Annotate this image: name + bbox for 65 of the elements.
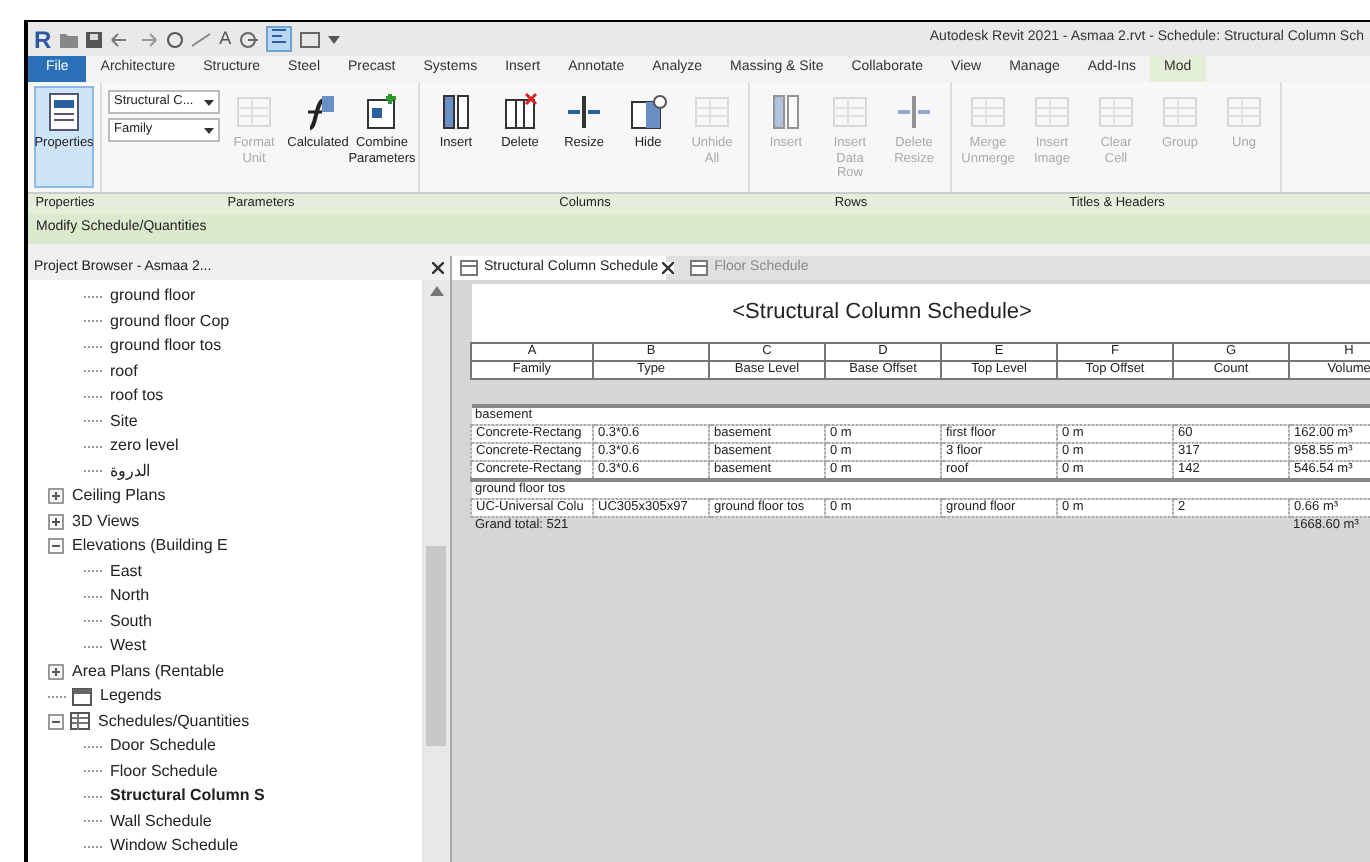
tree-item[interactable]: Schedules/Quantities [96, 709, 252, 734]
scroll-up-icon[interactable] [429, 286, 443, 296]
tree-item[interactable]: Window Schedule [108, 834, 241, 859]
dropdown-icon[interactable] [327, 35, 340, 43]
tree-item[interactable]: roof [108, 359, 140, 384]
caret-icon [204, 99, 214, 105]
table-icon [692, 92, 732, 132]
tree-item[interactable]: Elevations (Building E [70, 534, 230, 559]
undo-icon[interactable] [109, 31, 130, 47]
schedule-icon [70, 712, 90, 731]
scrollbar[interactable] [422, 280, 450, 862]
table-icon [1032, 92, 1072, 132]
thin-lines-icon[interactable] [269, 28, 288, 45]
window-icon[interactable] [299, 31, 320, 47]
properties-icon [44, 92, 84, 132]
tree-item[interactable]: zero level [108, 434, 181, 459]
tree-item[interactable]: Wall Schedule [108, 809, 214, 834]
close-icon[interactable] [432, 262, 444, 274]
app-logo[interactable]: R [34, 27, 52, 51]
tag-icon[interactable] [239, 31, 258, 47]
schedule-icon [690, 260, 709, 276]
tree-item[interactable]: East [108, 559, 145, 584]
tree-item[interactable]: Floor Schedule [108, 759, 220, 784]
measure-icon[interactable] [191, 31, 212, 47]
text-tool[interactable]: A [219, 25, 232, 53]
table-icon [1096, 92, 1136, 132]
schedule-title: <Structural Column Schedule> [471, 284, 1370, 342]
resize-icon [564, 92, 604, 132]
tree-item[interactable]: ground floor [108, 284, 198, 309]
tree-item[interactable]: roof tos [108, 384, 166, 409]
tree-item[interactable]: Door Schedule [108, 734, 218, 759]
table-icon [234, 92, 274, 132]
delete-column-icon [500, 92, 540, 132]
tree-item[interactable]: Ceiling Plans [70, 484, 168, 509]
table-icon [968, 92, 1008, 132]
expander-icon[interactable] [48, 538, 64, 555]
schedule-icon [460, 260, 478, 276]
expander-icon[interactable] [48, 488, 64, 505]
tree-item[interactable]: Area Plans (Rentable [70, 659, 227, 684]
combine-icon [362, 92, 402, 132]
scrollbar-thumb[interactable] [426, 546, 446, 746]
legend-icon [72, 687, 92, 706]
resize-icon [894, 92, 934, 132]
table-icon [1224, 92, 1264, 132]
thin-lines-button[interactable] [265, 26, 292, 52]
expander-icon[interactable] [48, 513, 64, 530]
tree-item[interactable]: South [108, 609, 154, 634]
tree-item[interactable]: الدروة [108, 459, 152, 484]
table-icon [1160, 92, 1200, 132]
tree-item[interactable]: ground floor tos [108, 334, 224, 359]
caret-icon [204, 127, 214, 133]
tree-item[interactable]: West [108, 634, 149, 659]
expander-icon[interactable] [48, 713, 64, 730]
tree-item[interactable]: Legends [98, 684, 164, 709]
close-icon[interactable] [662, 262, 675, 274]
tree-item[interactable]: 3D Views [70, 509, 142, 534]
tree-item[interactable]: North [108, 584, 152, 609]
expander-icon[interactable] [48, 663, 64, 680]
hide-column-icon [628, 92, 668, 132]
tree-item[interactable]: Site [108, 409, 140, 434]
table-icon [830, 92, 870, 132]
save-icon[interactable] [85, 31, 102, 47]
folder-icon[interactable] [59, 31, 78, 47]
tree-item[interactable]: ground floor Cop [108, 309, 232, 334]
tree-item[interactable]: Structural Column S [108, 784, 267, 809]
